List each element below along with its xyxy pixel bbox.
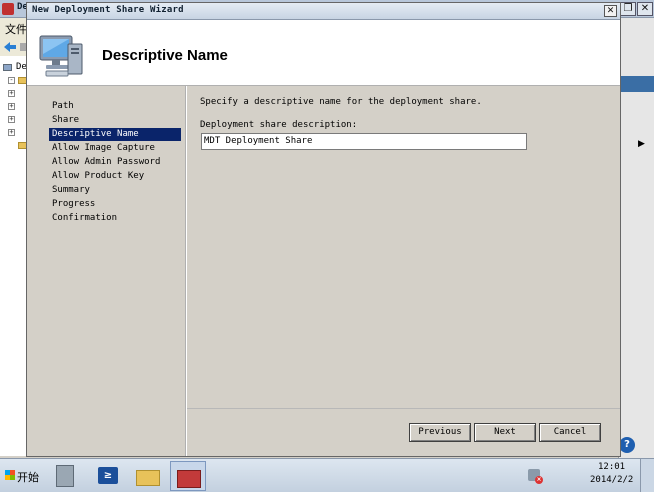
step-path[interactable]: Path bbox=[49, 100, 181, 113]
step-allow-product-key[interactable]: Allow Product Key bbox=[49, 170, 181, 183]
step-confirmation[interactable]: Confirmation bbox=[49, 212, 181, 225]
step-allow-admin-password[interactable]: Allow Admin Password bbox=[49, 156, 181, 169]
step-summary[interactable]: Summary bbox=[49, 184, 181, 197]
tree-expander[interactable]: + bbox=[8, 116, 15, 123]
clock-time[interactable]: 12:01 bbox=[598, 462, 625, 472]
new-deployment-share-wizard: New Deployment Share Wizard ✕ Descriptiv… bbox=[26, 2, 621, 457]
console-app-icon bbox=[2, 3, 14, 15]
computer-monitor-icon bbox=[39, 35, 83, 77]
tree-expander[interactable]: - bbox=[8, 77, 15, 84]
powershell-icon: ≥ bbox=[98, 467, 118, 484]
deployment-workbench-icon bbox=[3, 64, 12, 71]
explorer-folder-icon bbox=[136, 470, 160, 486]
explorer-button[interactable] bbox=[130, 461, 166, 491]
description-field[interactable]: MDT Deployment Share bbox=[201, 133, 527, 150]
tree-expander[interactable]: + bbox=[8, 103, 15, 110]
wizard-button-bar: Previous Next Cancel bbox=[187, 408, 620, 456]
description-field-label: Deployment share description: bbox=[200, 120, 358, 130]
cancel-button[interactable]: Cancel bbox=[539, 423, 601, 442]
back-arrow-icon[interactable] bbox=[3, 41, 17, 53]
taskbar: 开始 ≥ × 12:01 2014/2/2 bbox=[0, 458, 654, 492]
actions-header bbox=[620, 76, 654, 92]
close-icon[interactable]: ✕ bbox=[637, 2, 653, 16]
windows-logo-icon bbox=[5, 470, 15, 480]
step-descriptive-name[interactable]: Descriptive Name bbox=[49, 128, 181, 141]
wizard-header: Descriptive Name bbox=[27, 20, 620, 86]
tree-expander[interactable]: + bbox=[8, 90, 15, 97]
toolbox-icon bbox=[177, 470, 201, 488]
start-label: 开始 bbox=[17, 471, 39, 484]
powershell-button[interactable]: ≥ bbox=[90, 461, 126, 491]
server-manager-button[interactable] bbox=[48, 461, 84, 491]
page-title: Descriptive Name bbox=[102, 47, 228, 64]
restore-icon[interactable]: ❐ bbox=[620, 2, 636, 16]
wizard-title-bar: New Deployment Share Wizard ✕ bbox=[27, 3, 620, 20]
wizard-title: New Deployment Share Wizard bbox=[32, 5, 184, 15]
deployment-workbench-button[interactable] bbox=[170, 461, 206, 491]
step-allow-image-capture[interactable]: Allow Image Capture bbox=[49, 142, 181, 155]
step-progress[interactable]: Progress bbox=[49, 198, 181, 211]
network-warning-icon: × bbox=[535, 476, 543, 484]
next-button[interactable]: Next bbox=[474, 423, 536, 442]
show-desktop-button[interactable] bbox=[640, 459, 654, 492]
help-icon[interactable]: ? bbox=[619, 437, 635, 453]
server-manager-icon bbox=[56, 465, 74, 487]
instruction-text: Specify a descriptive name for the deplo… bbox=[200, 97, 482, 107]
previous-button[interactable]: Previous bbox=[409, 423, 471, 442]
tree-expander[interactable]: + bbox=[8, 129, 15, 136]
wizard-steps-pane: Path Share Descriptive Name Allow Image … bbox=[27, 86, 186, 456]
close-icon[interactable]: ✕ bbox=[604, 5, 617, 17]
step-share[interactable]: Share bbox=[49, 114, 181, 127]
start-button[interactable]: 开始 bbox=[2, 464, 40, 488]
chevron-right-icon[interactable]: ▶ bbox=[638, 139, 645, 149]
wizard-content-pane: Specify a descriptive name for the deplo… bbox=[187, 86, 620, 408]
clock-date[interactable]: 2014/2/2 bbox=[590, 475, 633, 485]
menu-file[interactable]: 文件 bbox=[5, 21, 27, 37]
